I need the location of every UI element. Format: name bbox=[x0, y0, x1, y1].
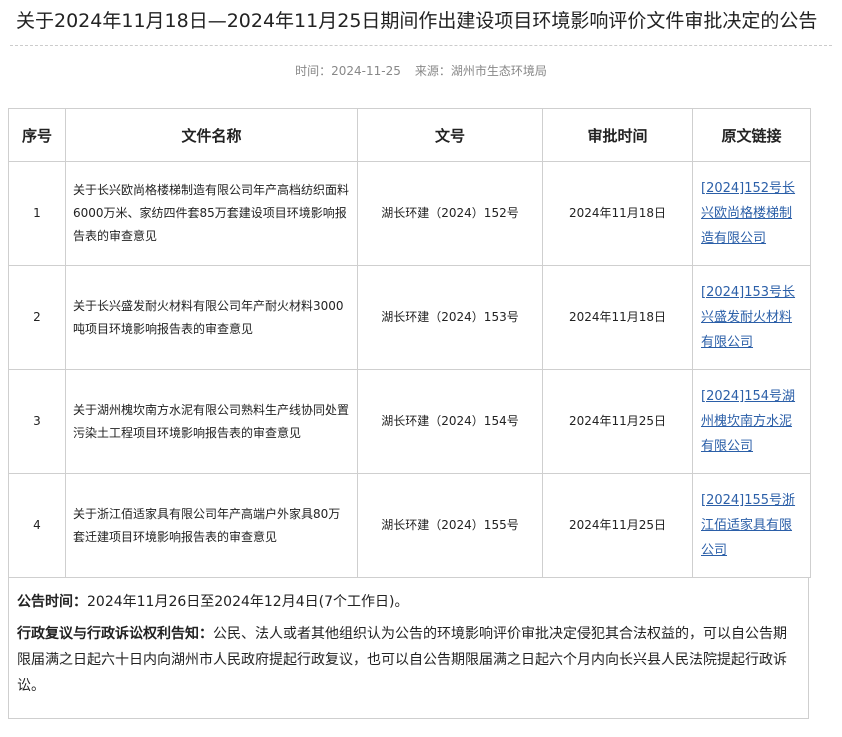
header-link: 原文链接 bbox=[692, 108, 811, 162]
row-title: 关于湖州槐坎南方水泥有限公司熟料生产线协同处置污染土工程项目环境影响报告表的审查… bbox=[65, 369, 358, 474]
row-link[interactable]: [2024]154号湖州槐坎南方水泥有限公司 bbox=[701, 384, 802, 459]
row-no: 1 bbox=[8, 161, 66, 266]
header-date: 审批时间 bbox=[542, 108, 693, 162]
row-doc-no: 湖长环建（2024）155号 bbox=[357, 473, 543, 578]
row-link[interactable]: [2024]155号浙江佰适家具有限公司 bbox=[701, 488, 802, 563]
time-value: 2024-11-25 bbox=[331, 64, 401, 78]
time-label: 时间： bbox=[295, 64, 332, 78]
row-doc-no: 湖长环建（2024）152号 bbox=[357, 161, 543, 266]
article-meta: 时间：2024-11-25 来源：湖州市生态环境局 bbox=[0, 62, 842, 80]
row-date: 2024年11月18日 bbox=[542, 161, 693, 266]
row-date: 2024年11月18日 bbox=[542, 265, 693, 370]
row-link[interactable]: [2024]153号长兴盛发耐火材料有限公司 bbox=[701, 280, 802, 355]
header-no: 序号 bbox=[8, 108, 66, 162]
row-doc-no: 湖长环建（2024）154号 bbox=[357, 369, 543, 474]
title-divider bbox=[10, 45, 832, 46]
row-date: 2024年11月25日 bbox=[542, 369, 693, 474]
page-title: 关于2024年11月18日—2024年11月25日期间作出建设项目环境影响评价文… bbox=[16, 10, 818, 32]
row-link-cell: [2024]153号长兴盛发耐火材料有限公司 bbox=[692, 265, 811, 370]
header-doc-no: 文号 bbox=[357, 108, 543, 162]
row-title: 关于长兴欧尚格楼梯制造有限公司年产高档纺织面料6000万米、家纺四件套85万套建… bbox=[65, 161, 358, 266]
row-title: 关于长兴盛发耐火材料有限公司年产耐火材料3000吨项目环境影响报告表的审查意见 bbox=[65, 265, 358, 370]
header-title: 文件名称 bbox=[65, 108, 358, 162]
source-value: 湖州市生态环境局 bbox=[450, 64, 547, 78]
notice-rights-label: 行政复议与行政诉讼权利告知： bbox=[17, 626, 213, 642]
table-header-row: 序号 文件名称 文号 审批时间 原文链接 bbox=[8, 108, 811, 162]
row-link-cell: [2024]152号长兴欧尚格楼梯制造有限公司 bbox=[692, 161, 811, 266]
source-label: 来源： bbox=[414, 64, 451, 78]
row-doc-no: 湖长环建（2024）153号 bbox=[357, 265, 543, 370]
row-date: 2024年11月25日 bbox=[542, 473, 693, 578]
table-row: 3 关于湖州槐坎南方水泥有限公司熟料生产线协同处置污染土工程项目环境影响报告表的… bbox=[8, 369, 811, 474]
row-link-cell: [2024]154号湖州槐坎南方水泥有限公司 bbox=[692, 369, 811, 474]
row-link-cell: [2024]155号浙江佰适家具有限公司 bbox=[692, 473, 811, 578]
notice-box: 公告时间：2024年11月26日至2024年12月4日(7个工作日)。 行政复议… bbox=[8, 577, 809, 719]
table-row: 4 关于浙江佰适家具有限公司年产高端户外家具80万套迁建项目环境影响报告表的审查… bbox=[8, 473, 811, 578]
row-link[interactable]: [2024]152号长兴欧尚格楼梯制造有限公司 bbox=[701, 176, 802, 251]
notice-period: 公告时间：2024年11月26日至2024年12月4日(7个工作日)。 bbox=[17, 589, 800, 615]
notice-period-label: 公告时间： bbox=[17, 594, 87, 610]
row-no: 4 bbox=[8, 473, 66, 578]
row-no: 3 bbox=[8, 369, 66, 474]
table-row: 2 关于长兴盛发耐火材料有限公司年产耐火材料3000吨项目环境影响报告表的审查意… bbox=[8, 265, 811, 370]
notice-period-text: 2024年11月26日至2024年12月4日(7个工作日)。 bbox=[87, 594, 409, 610]
row-title: 关于浙江佰适家具有限公司年产高端户外家具80万套迁建项目环境影响报告表的审查意见 bbox=[65, 473, 358, 578]
notice-rights: 行政复议与行政诉讼权利告知：公民、法人或者其他组织认为公告的环境影响评价审批决定… bbox=[17, 621, 800, 699]
approval-table: 序号 文件名称 文号 审批时间 原文链接 1 关于长兴欧尚格楼梯制造有限公司年产… bbox=[8, 108, 811, 578]
table-row: 1 关于长兴欧尚格楼梯制造有限公司年产高档纺织面料6000万米、家纺四件套85万… bbox=[8, 161, 811, 266]
row-no: 2 bbox=[8, 265, 66, 370]
